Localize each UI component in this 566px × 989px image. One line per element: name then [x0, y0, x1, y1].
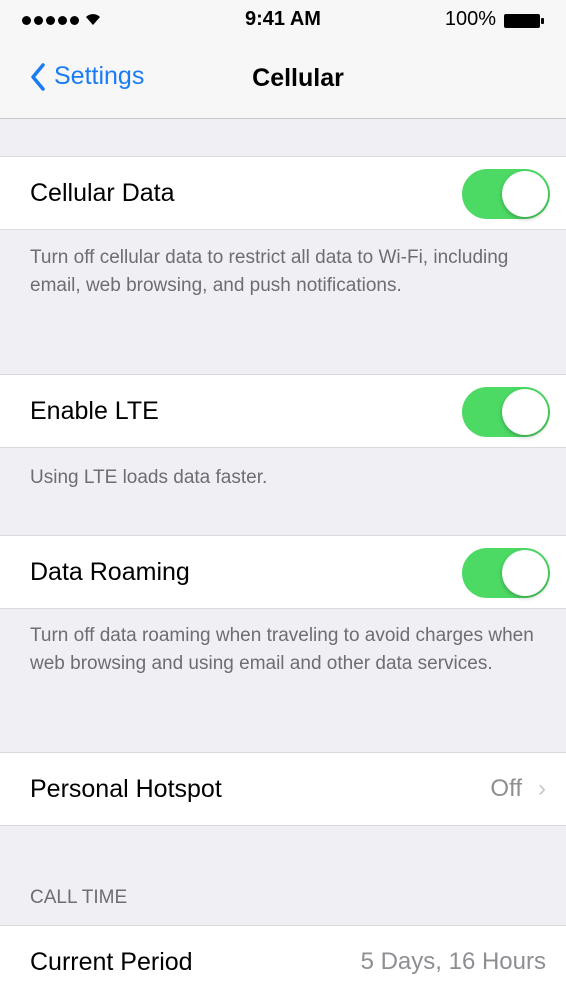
data-roaming-footnote: Turn off data roaming when traveling to … [30, 625, 534, 674]
toggle-knob [502, 550, 548, 596]
top-bar: 9:41 AM 100% Settings Cellular [0, 0, 566, 119]
enable-lte-toggle[interactable] [462, 387, 550, 437]
current-period-label: Current Period [30, 948, 193, 976]
chevron-right-icon: › [538, 775, 546, 802]
current-period-value: 5 Days, 16 Hours [360, 948, 546, 975]
personal-hotspot-label: Personal Hotspot [30, 775, 222, 803]
status-bar: 9:41 AM 100% [0, 0, 566, 40]
battery-percentage: 100% [444, 8, 496, 30]
personal-hotspot-value: Off › [490, 753, 546, 825]
battery-icon [504, 14, 544, 28]
personal-hotspot-row[interactable]: Personal Hotspot Off › [0, 752, 566, 826]
settings-cellular-screen: 9:41 AM 100% Settings Cellular Cellular … [0, 0, 566, 989]
personal-hotspot-status: Off [490, 775, 522, 802]
navigation-bar: Settings Cellular [0, 40, 566, 118]
cellular-data-row: Cellular Data [0, 156, 566, 230]
call-time-section-header: CALL TIME [30, 887, 128, 908]
cellular-data-label: Cellular Data [30, 179, 175, 207]
cellular-data-footnote: Turn off cellular data to restrict all d… [30, 247, 509, 296]
enable-lte-footnote: Using LTE loads data faster. [30, 467, 268, 488]
toggle-knob [502, 171, 548, 217]
cellular-data-toggle[interactable] [462, 169, 550, 219]
data-roaming-label: Data Roaming [30, 558, 190, 586]
page-title: Cellular [252, 64, 344, 92]
toggle-knob [502, 389, 548, 435]
current-period-row: Current Period 5 Days, 16 Hours [0, 925, 566, 989]
enable-lte-row: Enable LTE [0, 374, 566, 448]
enable-lte-label: Enable LTE [30, 397, 159, 425]
data-roaming-toggle[interactable] [462, 548, 550, 598]
data-roaming-row: Data Roaming [0, 535, 566, 609]
